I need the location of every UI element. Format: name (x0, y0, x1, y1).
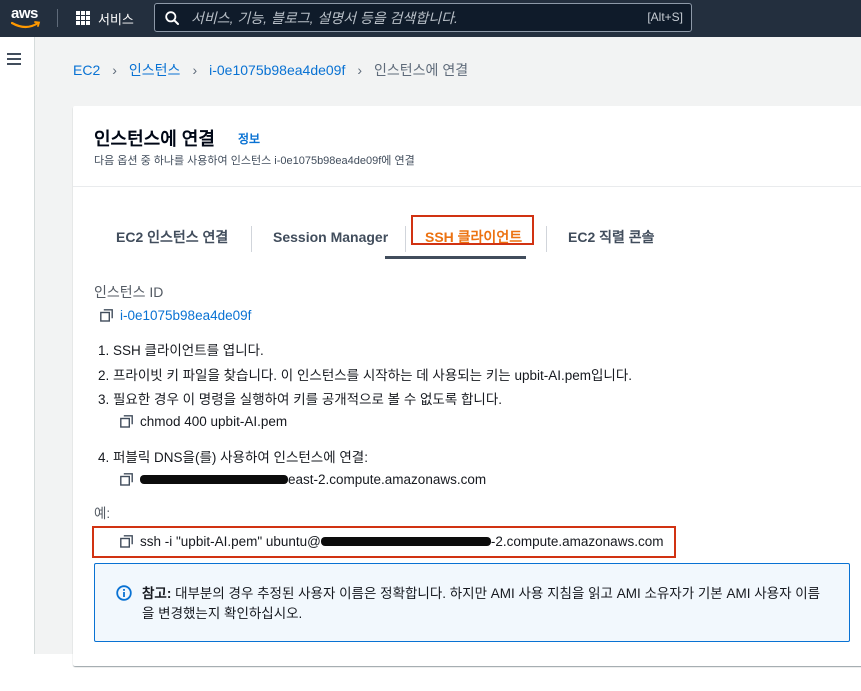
step-1: 1. SSH 클라이언트를 엽니다. (98, 343, 264, 358)
step-4: 4. 퍼블릭 DNS을(를) 사용하여 인스턴스에 연결: (98, 450, 368, 465)
breadcrumb: EC2 › 인스턴스 › i-0e1075b98ea4de09f › 인스턴스에… (73, 60, 468, 80)
top-navigation-bar: aws 서비스 [Alt+S] (0, 0, 861, 37)
breadcrumb-current: 인스턴스에 연결 (374, 62, 469, 78)
hamburger-menu-icon[interactable] (7, 53, 21, 65)
services-menu-button[interactable]: 서비스 (76, 8, 134, 28)
step-3: 3. 필요한 경우 이 명령을 실행하여 키를 공개적으로 볼 수 없도록 합니… (98, 392, 503, 407)
active-tab-indicator (385, 256, 526, 259)
copy-icon[interactable] (120, 415, 133, 428)
redacted-dns (140, 475, 288, 484)
public-dns-row: east-2.compute.amazonaws.com (120, 472, 486, 487)
chevron-right-icon: › (357, 62, 363, 78)
instance-id-link[interactable]: i-0e1075b98ea4de09f (120, 308, 251, 323)
grid-icon (76, 11, 90, 25)
tab-session-manager[interactable]: Session Manager (273, 212, 388, 262)
panel-header: 인스턴스에 연결 정보 다음 옵션 중 하나를 사용하여 인스턴스 i-0e10… (73, 106, 861, 187)
breadcrumb-instance-id[interactable]: i-0e1075b98ea4de09f (209, 62, 345, 78)
aws-smile-icon (11, 21, 41, 29)
public-dns-suffix: east-2.compute.amazonaws.com (288, 472, 487, 487)
step-2: 2. 프라이빗 키 파일을 찾습니다. 이 인스턴스를 시작하는 데 사용되는 … (98, 368, 632, 383)
page-subtitle: 다음 옵션 중 하나를 사용하여 인스턴스 i-0e1075b98ea4de09… (94, 155, 415, 167)
side-navigation-rail (0, 37, 35, 654)
connect-instance-panel: 인스턴스에 연결 정보 다음 옵션 중 하나를 사용하여 인스턴스 i-0e10… (73, 106, 861, 666)
info-alert-message: 대부분의 경우 추정된 사용자 이름은 정확합니다. 하지만 AMI 사용 지침… (142, 586, 821, 621)
info-link[interactable]: 정보 (238, 130, 260, 147)
info-alert-text: 참고: 대부분의 경우 추정된 사용자 이름은 정확합니다. 하지만 AMI 사… (142, 584, 832, 624)
tab-divider (546, 226, 547, 252)
info-alert-label: 참고: (142, 586, 172, 601)
example-label: 예: (94, 506, 111, 521)
tab-divider (405, 226, 406, 252)
chmod-command-row: chmod 400 upbit-AI.pem (120, 414, 287, 429)
instance-id-label: 인스턴스 ID (94, 284, 164, 300)
search-icon (165, 11, 179, 25)
chevron-right-icon: › (192, 62, 198, 78)
copy-icon[interactable] (120, 473, 133, 486)
tab-divider (251, 226, 252, 252)
page-title: 인스턴스에 연결 (94, 129, 215, 149)
info-circle-icon (116, 585, 132, 601)
chmod-command: chmod 400 upbit-AI.pem (140, 414, 288, 429)
services-label: 서비스 (98, 11, 134, 27)
search-input[interactable] (191, 8, 611, 28)
nav-divider (57, 9, 58, 27)
instance-id-row: i-0e1075b98ea4de09f (100, 308, 251, 323)
chevron-right-icon: › (112, 62, 117, 78)
breadcrumb-instances[interactable]: 인스턴스 (129, 60, 181, 80)
search-shortcut-hint: [Alt+S] (647, 10, 683, 24)
active-tab-highlight-box (411, 215, 534, 245)
copy-icon[interactable] (100, 309, 113, 322)
aws-logo[interactable]: aws (10, 4, 46, 32)
tab-ec2-serial-console[interactable]: EC2 직렬 콘솔 (568, 212, 655, 262)
example-command-highlight-box (92, 526, 676, 558)
search-bar[interactable]: [Alt+S] (154, 3, 692, 32)
info-alert: 참고: 대부분의 경우 추정된 사용자 이름은 정확합니다. 하지만 AMI 사… (94, 563, 850, 642)
breadcrumb-ec2[interactable]: EC2 (73, 62, 100, 78)
tab-ec2-instance-connect[interactable]: EC2 인스턴스 연결 (116, 212, 228, 262)
